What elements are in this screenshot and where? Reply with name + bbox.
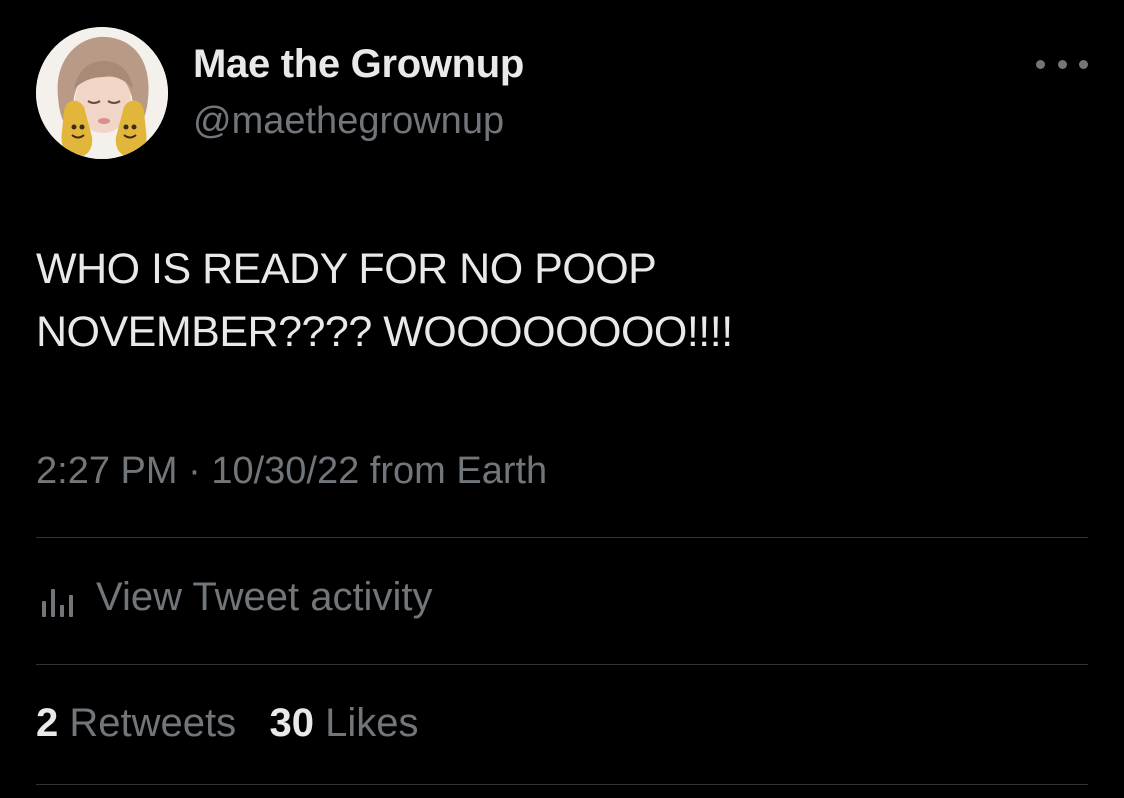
more-options-button[interactable] [1036, 52, 1088, 76]
divider [36, 784, 1088, 785]
tweet-text-line: WHO IS READY FOR NO POOP [36, 245, 657, 293]
avatar[interactable] [36, 27, 168, 159]
tweet-detail: Mae the Grownup @maethegrownup WHO IS RE… [0, 0, 1124, 798]
more-options-icon [1079, 59, 1088, 69]
retweets-link[interactable]: 2 Retweets [36, 701, 236, 745]
retweets-label: Retweets [69, 701, 237, 745]
meta-separator: · [188, 450, 201, 492]
tweet-source: from Earth [369, 450, 548, 492]
tweet-time[interactable]: 2:27 PM [36, 450, 178, 492]
tweet-text-line: NOVEMBER???? WOOOOOOOO!!!! [36, 308, 733, 356]
retweets-count: 2 [36, 701, 59, 745]
tweet-date[interactable]: 10/30/22 [211, 450, 359, 492]
avatar-photo-icon [36, 27, 168, 159]
more-options-icon [1057, 59, 1067, 69]
display-name[interactable]: Mae the Grownup [193, 42, 524, 87]
view-tweet-activity-label: View Tweet activity [96, 574, 433, 619]
view-tweet-activity-button[interactable]: View Tweet activity [36, 572, 432, 622]
analytics-icon [42, 589, 73, 617]
likes-count: 30 [269, 701, 314, 745]
engagement-stats: 2 Retweets 30 Likes [36, 701, 418, 746]
tweet-timestamp: 2:27 PM · 10/30/22 from Earth [36, 450, 547, 493]
more-options-icon [1036, 59, 1045, 69]
likes-link[interactable]: 30 Likes [269, 701, 418, 745]
user-handle[interactable]: @maethegrownup [193, 100, 504, 143]
likes-label: Likes [325, 701, 419, 745]
tweet-text: WHO IS READY FOR NO POOP NOVEMBER???? WO… [36, 238, 1076, 364]
divider [36, 537, 1088, 538]
divider [36, 664, 1088, 665]
